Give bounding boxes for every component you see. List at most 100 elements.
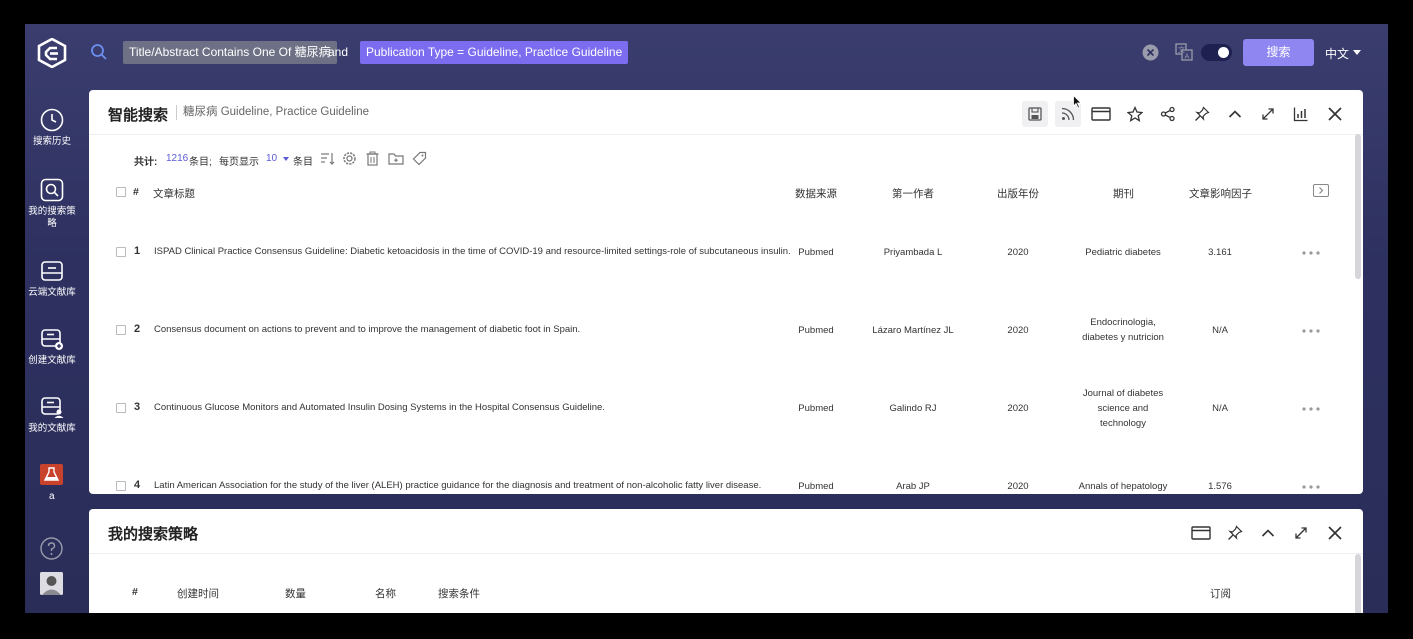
select-all-checkbox[interactable] — [116, 187, 126, 197]
column-settings-icon[interactable] — [1313, 184, 1329, 197]
help-icon[interactable] — [40, 537, 63, 560]
pin-button[interactable] — [1222, 520, 1248, 546]
total-label: 共计: — [134, 157, 158, 168]
journal-cell-line: Journal of diabetes — [1082, 388, 1164, 399]
per-page-unit: 条目 — [293, 157, 313, 168]
column-header-name[interactable]: 名称 — [375, 586, 396, 601]
my-library-icon — [41, 397, 64, 418]
sort-icon[interactable] — [320, 151, 335, 166]
translate-toggle[interactable] — [1201, 44, 1232, 61]
clear-search-icon[interactable] — [1142, 44, 1159, 61]
user-label: a — [49, 491, 55, 502]
chevron-down-icon[interactable] — [283, 157, 289, 161]
row-index: 4 — [134, 479, 141, 491]
toggle-knob — [1218, 47, 1229, 58]
strategy-scrollbar[interactable] — [1355, 554, 1361, 613]
column-header-journal[interactable]: 期刊 — [1113, 186, 1134, 201]
search-button[interactable]: 搜索 — [1243, 39, 1314, 66]
column-header-created[interactable]: 创建时间 — [177, 586, 219, 601]
sidebar-item-my-search-strategy[interactable]: 我的搜索策略 — [25, 178, 79, 230]
card-view-button[interactable] — [1088, 101, 1114, 127]
share-icon — [1160, 106, 1175, 122]
journal-cell-line: science and — [1097, 403, 1149, 414]
clock-icon — [40, 108, 64, 132]
favorite-button[interactable] — [1122, 101, 1148, 127]
sidebar-item-search-history[interactable]: 搜索历史 — [25, 108, 79, 148]
search-strategy-icon — [40, 178, 64, 202]
sidebar-item-cloud-library[interactable]: 云端文献库 — [25, 259, 79, 299]
avatar-image — [40, 572, 63, 595]
article-title-link[interactable]: Consensus document on actions to prevent… — [154, 324, 580, 335]
close-button[interactable] — [1322, 520, 1348, 546]
add-to-folder-icon[interactable] — [388, 151, 404, 166]
filter-chip-publication-type[interactable]: Publication Type = Guideline, Practice G… — [360, 41, 629, 64]
author-cell: Priyambada L — [883, 247, 943, 258]
tag-icon[interactable] — [412, 151, 427, 166]
collapse-button[interactable] — [1255, 520, 1281, 546]
column-header-source[interactable]: 数据来源 — [795, 186, 837, 201]
year-cell: 2020 — [1007, 325, 1029, 336]
column-header-title[interactable]: 文章标题 — [153, 186, 195, 201]
filter-chip-title-abstract[interactable]: Title/Abstract Contains One Of 糖尿病 — [123, 41, 337, 64]
pin-button[interactable] — [1189, 101, 1215, 127]
user-logo[interactable] — [40, 464, 63, 485]
more-options-icon[interactable] — [1302, 329, 1320, 333]
article-title-link[interactable]: ISPAD Clinical Practice Consensus Guidel… — [154, 246, 791, 257]
column-header-author[interactable]: 第一作者 — [892, 186, 934, 201]
row-index: 2 — [134, 323, 141, 335]
settings-icon[interactable] — [342, 151, 357, 166]
expand-button[interactable] — [1288, 520, 1314, 546]
article-title-link[interactable]: Continuous Glucose Monitors and Automate… — [154, 402, 605, 413]
column-header-index: # — [133, 186, 139, 198]
sidebar-item-label: 我的文献库 — [28, 423, 76, 434]
close-icon — [1328, 526, 1342, 540]
sidebar-item-create-library[interactable]: 创建文献库 — [25, 327, 79, 367]
expand-icon — [1295, 527, 1307, 539]
author-cell: Galindo RJ — [889, 403, 937, 414]
search-icon[interactable] — [90, 43, 108, 61]
chevron-up-icon — [1228, 110, 1242, 118]
per-page-label: 每页显示 — [219, 157, 259, 168]
year-cell: 2020 — [1007, 403, 1029, 414]
impact-cell: 3.161 — [1208, 247, 1232, 258]
column-header-criteria[interactable]: 搜索条件 — [438, 586, 480, 601]
cloud-library-icon — [41, 261, 63, 281]
column-header-year[interactable]: 出版年份 — [997, 186, 1039, 201]
sidebar-item-my-library[interactable]: 我的文献库 — [25, 395, 79, 435]
translate-icon[interactable]: 文 A — [1175, 43, 1193, 61]
row-index: 3 — [134, 401, 141, 413]
row-checkbox[interactable] — [116, 247, 126, 257]
star-icon — [1127, 106, 1143, 122]
column-header-impact[interactable]: 文章影响因子 — [1189, 186, 1252, 201]
more-options-icon[interactable] — [1302, 485, 1320, 489]
article-title-link[interactable]: Latin American Association for the study… — [154, 480, 761, 491]
results-scrollbar[interactable] — [1355, 134, 1361, 279]
column-header-subscribe[interactable]: 订阅 — [1210, 586, 1231, 601]
smart-search-panel: 智能搜索 糖尿病 Guideline, Practice Guideline 共… — [89, 90, 1363, 494]
analytics-button[interactable] — [1288, 101, 1314, 127]
row-checkbox[interactable] — [116, 403, 126, 413]
journal-cell-line: technology — [1100, 418, 1146, 429]
per-page-select[interactable]: 10 — [266, 153, 277, 164]
language-selector[interactable]: 中文 — [1325, 45, 1349, 62]
more-options-icon[interactable] — [1302, 407, 1320, 411]
collapse-button[interactable] — [1222, 101, 1248, 127]
column-header-count[interactable]: 数量 — [285, 586, 306, 601]
card-view-button[interactable] — [1188, 520, 1214, 546]
expand-button[interactable] — [1255, 101, 1281, 127]
chevron-down-icon[interactable] — [1353, 50, 1361, 55]
total-count: 1216 — [166, 153, 189, 164]
row-checkbox[interactable] — [116, 481, 126, 491]
logo-icon[interactable] — [37, 38, 67, 68]
mouse-cursor-icon — [1073, 95, 1082, 109]
card-view-icon — [1091, 107, 1111, 121]
year-cell: 2020 — [1007, 247, 1029, 258]
sidebar-item-label: 我的搜索策略 — [28, 206, 76, 229]
more-options-icon[interactable] — [1302, 251, 1320, 255]
save-button[interactable] — [1022, 101, 1048, 127]
close-button[interactable] — [1322, 101, 1348, 127]
share-button[interactable] — [1155, 101, 1181, 127]
avatar[interactable] — [40, 572, 63, 595]
delete-icon[interactable] — [365, 151, 380, 166]
row-checkbox[interactable] — [116, 325, 126, 335]
